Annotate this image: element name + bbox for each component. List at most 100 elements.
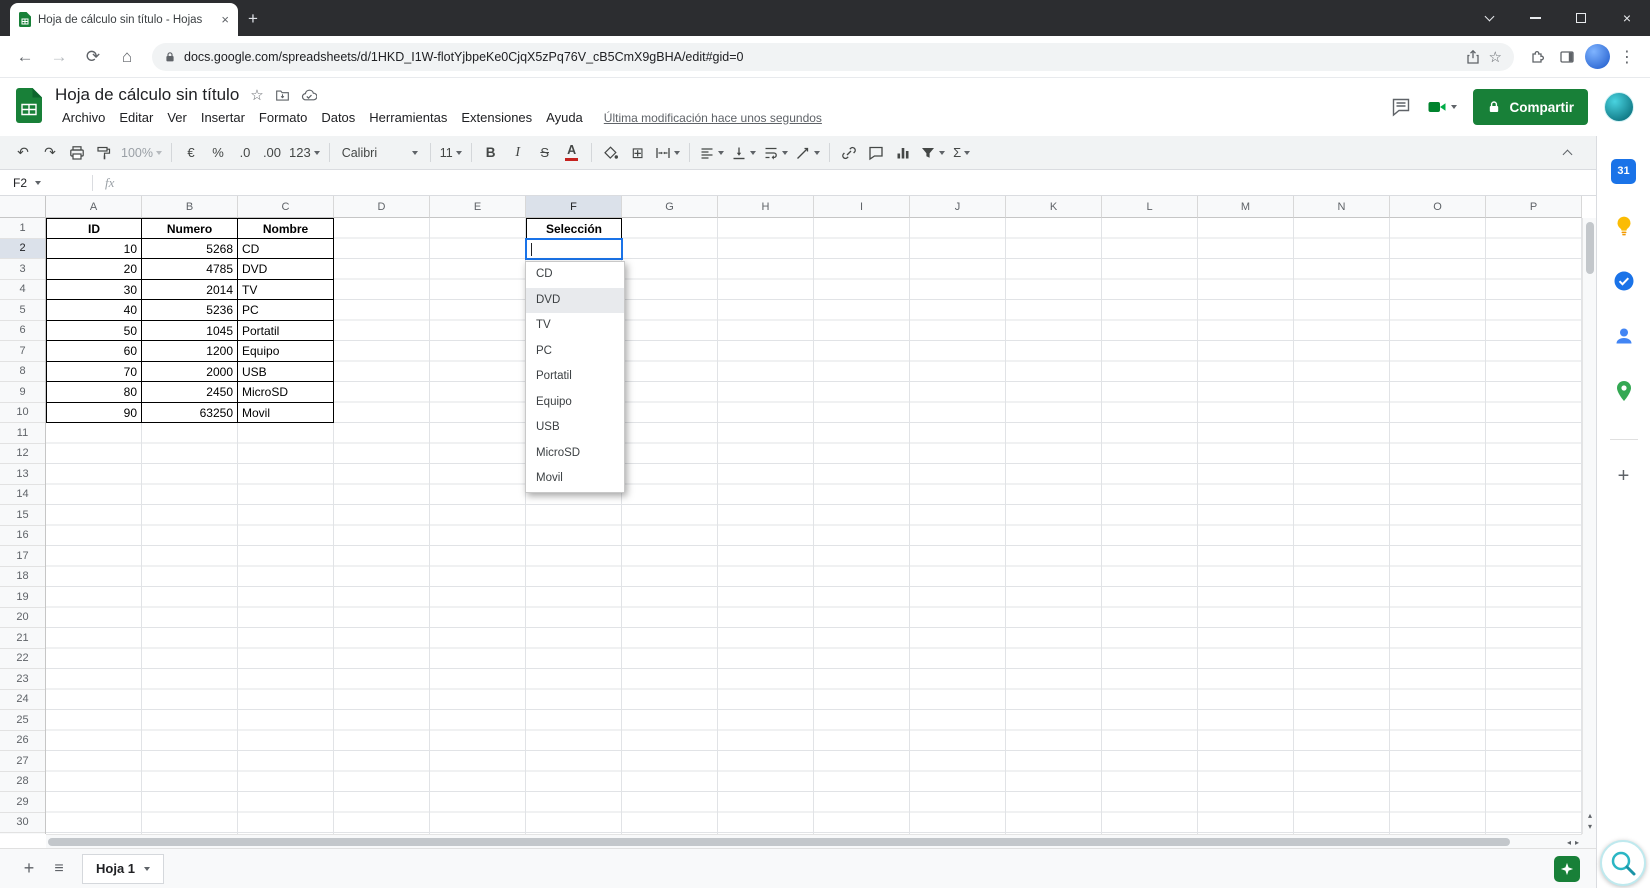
document-title[interactable]: Hoja de cálculo sin título [55,85,239,105]
dropdown-item-movil[interactable]: Movil [526,466,624,492]
merge-cells-button[interactable] [652,140,683,166]
row-header-9[interactable]: 9 [0,382,45,403]
select-all-corner[interactable] [0,196,46,218]
scroll-up-icon[interactable]: ▴ [1588,810,1592,821]
paint-format-button[interactable] [91,140,117,166]
column-header-E[interactable]: E [430,196,526,218]
minimize-button[interactable] [1512,0,1558,36]
menu-ayuda[interactable]: Ayuda [539,108,590,127]
add-sheet-button[interactable]: + [14,854,44,884]
cell-B4[interactable]: 2014 [142,279,238,300]
row-header-16[interactable]: 16 [0,526,45,546]
column-header-P[interactable]: P [1486,196,1582,218]
cells-layer[interactable]: CD DVD TV PC Portatil Equipo USB MicroSD Movil I… [46,218,1583,834]
scroll-down-icon[interactable]: ▾ [1588,821,1592,832]
horizontal-align-button[interactable] [696,140,727,166]
print-button[interactable] [64,140,90,166]
fill-color-button[interactable] [598,140,624,166]
forward-icon[interactable]: → [42,40,76,74]
share-button[interactable]: Compartir [1473,89,1588,125]
font-size-select[interactable]: 11 [437,140,465,166]
cell-C3[interactable]: DVD [238,259,334,280]
menu-archivo[interactable]: Archivo [55,108,112,127]
explore-button[interactable] [1554,855,1580,882]
cell-B3[interactable]: 4785 [142,259,238,280]
cell-C9[interactable]: MicroSD [238,382,334,403]
cell-A10[interactable]: 90 [46,402,142,423]
row-header-18[interactable]: 18 [0,567,45,587]
scroll-left-icon[interactable]: ◂ [1567,838,1571,847]
row-header-6[interactable]: 6 [0,321,45,341]
row-header-20[interactable]: 20 [0,608,45,628]
cell-B5[interactable]: 5236 [142,300,238,321]
column-header-A[interactable]: A [46,196,142,218]
cell-B2[interactable]: 5268 [142,238,238,259]
column-header-B[interactable]: B [142,196,238,218]
cell-B1[interactable]: Numero [142,218,238,239]
new-tab-button[interactable]: + [248,9,258,29]
vertical-scrollbar[interactable]: ▴ ▾ [1582,218,1596,834]
cell-C1[interactable]: Nombre [238,218,334,239]
dropdown-item-cd[interactable]: CD [526,262,624,288]
row-header-4[interactable]: 4 [0,280,45,300]
row-header-7[interactable]: 7 [0,341,45,362]
tab-search-icon[interactable] [1466,0,1512,36]
insert-chart-button[interactable] [890,140,916,166]
column-header-L[interactable]: L [1102,196,1198,218]
menu-ver[interactable]: Ver [160,108,194,127]
comment-history-icon[interactable] [1391,97,1411,117]
menu-insertar[interactable]: Insertar [194,108,252,127]
calendar-icon[interactable]: 31 [1611,158,1637,184]
maps-icon[interactable] [1611,378,1637,404]
cell-C2[interactable]: CD [238,238,334,259]
cell-B10[interactable]: 63250 [142,402,238,423]
row-header-23[interactable]: 23 [0,669,45,690]
menu-formato[interactable]: Formato [252,108,314,127]
extensions-icon[interactable] [1522,42,1552,72]
cell-B7[interactable]: 1200 [142,341,238,362]
row-header-25[interactable]: 25 [0,710,45,731]
cell-A7[interactable]: 60 [46,341,142,362]
account-avatar[interactable] [1604,92,1634,122]
dropdown-item-microsd[interactable]: MicroSD [526,441,624,467]
row-header-3[interactable]: 3 [0,259,45,280]
insert-link-button[interactable] [836,140,862,166]
cell-C8[interactable]: USB [238,361,334,382]
cell-A2[interactable]: 10 [46,238,142,259]
cell-B8[interactable]: 2000 [142,361,238,382]
row-header-11[interactable]: 11 [0,423,45,444]
text-wrap-button[interactable] [760,140,791,166]
cell-B9[interactable]: 2450 [142,382,238,403]
column-header-I[interactable]: I [814,196,910,218]
font-select[interactable]: Calibri [336,140,424,166]
row-header-21[interactable]: 21 [0,628,45,649]
menu-extensiones[interactable]: Extensiones [454,108,539,127]
maximize-button[interactable] [1558,0,1604,36]
column-header-H[interactable]: H [718,196,814,218]
cell-A6[interactable]: 50 [46,320,142,341]
menu-editar[interactable]: Editar [112,108,160,127]
browser-tab[interactable]: Hoja de cálculo sin título - Hojas × [10,3,238,36]
cell-A9[interactable]: 80 [46,382,142,403]
menu-herramientas[interactable]: Herramientas [362,108,454,127]
borders-button[interactable]: ⊞ [625,140,651,166]
collapse-toolbar-icon[interactable] [1554,140,1580,166]
cell-A5[interactable]: 40 [46,300,142,321]
active-cell-selection[interactable] [525,237,623,260]
cell-C4[interactable]: TV [238,279,334,300]
cell-A1[interactable]: ID [46,218,142,239]
cell-A8[interactable]: 70 [46,361,142,382]
sheet-tab-hoja1[interactable]: Hoja 1 [82,853,165,884]
cell-A3[interactable]: 20 [46,259,142,280]
strikethrough-button[interactable]: S [532,140,558,166]
dropdown-item-equipo[interactable]: Equipo [526,390,624,416]
column-header-D[interactable]: D [334,196,430,218]
dropdown-item-usb[interactable]: USB [526,415,624,441]
last-modified-link[interactable]: Última modificación hace unos segundos [604,111,822,125]
row-header-2[interactable]: 2 [0,238,45,259]
zoom-select[interactable]: 100% [118,140,165,166]
row-header-30[interactable]: 30 [0,813,45,833]
vertical-scrollbar-thumb[interactable] [1585,222,1594,274]
move-folder-icon[interactable] [275,88,290,103]
all-sheets-icon[interactable]: ≡ [44,854,74,884]
